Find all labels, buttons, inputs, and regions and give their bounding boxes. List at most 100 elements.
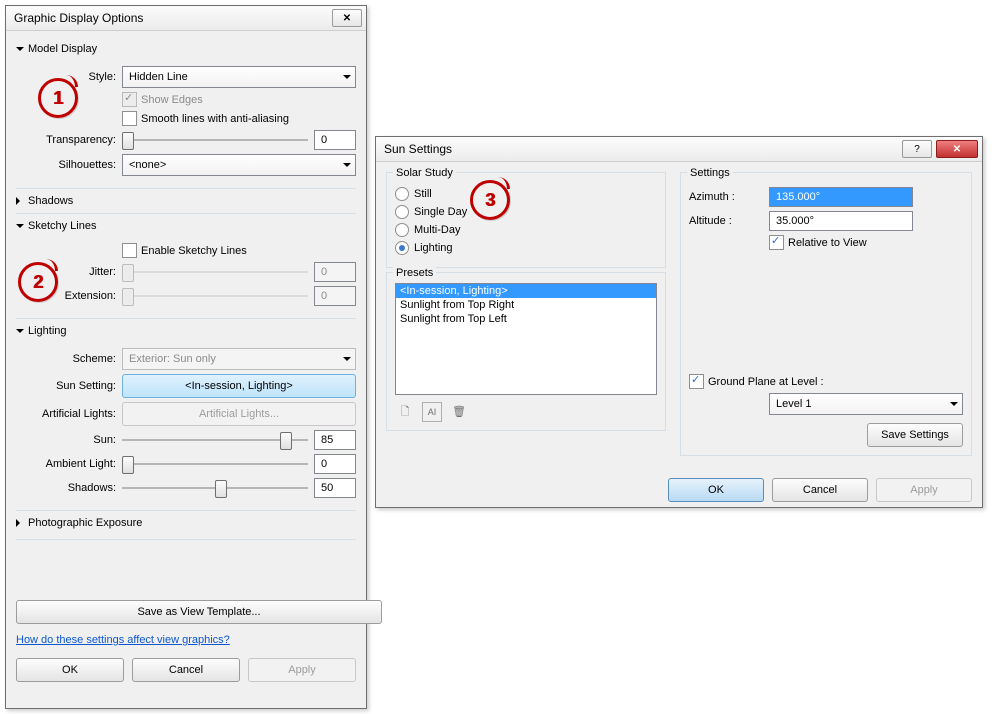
sun-slider[interactable] <box>122 430 308 450</box>
cancel-button[interactable]: Cancel <box>772 478 868 502</box>
group-label: Model Display <box>28 43 97 55</box>
help-button[interactable]: ? <box>902 140 932 158</box>
ambient-label: Ambient Light: <box>16 458 122 470</box>
solar-study-group: Solar Study Still Single Day Multi-Day L… <box>386 172 666 268</box>
expander-sketchy-lines[interactable]: Sketchy Lines <box>16 213 356 232</box>
artificial-lights-button: Artificial Lights... <box>122 402 356 426</box>
smooth-lines-checkbox[interactable] <box>122 111 137 126</box>
group-legend: Presets <box>393 267 436 279</box>
multi-day-option[interactable]: Multi-Day <box>395 223 657 237</box>
apply-button: Apply <box>248 658 356 682</box>
group-legend: Solar Study <box>393 167 456 179</box>
new-preset-icon[interactable]: 🗋 <box>395 402 415 422</box>
save-as-view-template-button[interactable]: Save as View Template... <box>16 600 382 624</box>
sun-setting-value: <In-session, Lighting> <box>185 380 293 392</box>
expander-lighting[interactable]: Lighting <box>16 318 356 337</box>
jitter-value: 0 <box>314 262 356 282</box>
shadows-value[interactable]: 50 <box>314 478 356 498</box>
azimuth-input[interactable]: 135.000° <box>769 187 913 207</box>
expander-shadows[interactable]: Shadows <box>16 188 356 207</box>
level-value: Level 1 <box>770 398 946 410</box>
help-link[interactable]: How do these settings affect view graphi… <box>16 634 230 646</box>
azimuth-label: Azimuth : <box>689 191 769 203</box>
sketchy-lines-group: Enable Sketchy Lines Jitter: 0 Extension… <box>16 236 356 312</box>
chevron-right-icon <box>16 519 24 527</box>
apply-button: Apply <box>876 478 972 502</box>
enable-sketchy-label: Enable Sketchy Lines <box>141 245 247 257</box>
transparency-value[interactable]: 0 <box>314 130 356 150</box>
scheme-combo: Exterior: Sun only <box>122 348 356 370</box>
artificial-lights-label: Artificial Lights: <box>16 408 122 420</box>
rename-preset-icon[interactable]: AI <box>422 402 442 422</box>
ambient-slider[interactable] <box>122 454 308 474</box>
transparency-slider[interactable] <box>122 130 308 150</box>
delete-preset-icon[interactable]: 🗑 <box>449 401 469 421</box>
group-label: Shadows <box>28 195 73 207</box>
chevron-down-icon <box>16 47 24 55</box>
dialog-titlebar[interactable]: Graphic Display Options ✕ <box>6 6 366 31</box>
jitter-label: Jitter: <box>16 266 122 278</box>
radio-icon <box>395 241 409 255</box>
artificial-lights-value: Artificial Lights... <box>199 408 279 420</box>
group-label: Sketchy Lines <box>28 220 96 232</box>
list-item[interactable]: <In-session, Lighting> <box>396 284 656 298</box>
radio-icon <box>395 223 409 237</box>
cancel-button[interactable]: Cancel <box>132 658 240 682</box>
settings-group: Settings Azimuth : 135.000° Altitude : 3… <box>680 172 972 456</box>
presets-listbox[interactable]: <In-session, Lighting> Sunlight from Top… <box>395 283 657 395</box>
relative-to-view-checkbox[interactable] <box>769 235 784 250</box>
still-option[interactable]: Still <box>395 187 657 201</box>
extension-label: Extension: <box>16 290 122 302</box>
altitude-input[interactable]: 35.000° <box>769 211 913 231</box>
list-item[interactable]: Sunlight from Top Left <box>396 312 656 326</box>
shadows-label: Shadows: <box>16 482 122 494</box>
sun-setting-label: Sun Setting: <box>16 380 122 392</box>
chevron-right-icon <box>16 197 24 205</box>
style-value: Hidden Line <box>123 71 339 83</box>
enable-sketchy-checkbox[interactable] <box>122 243 137 258</box>
lighting-option[interactable]: Lighting <box>395 241 657 255</box>
group-label: Lighting <box>28 325 67 337</box>
sun-settings-dialog: Sun Settings ? ✕ Solar Study Still Singl… <box>375 136 983 508</box>
list-item[interactable]: Sunlight from Top Right <box>396 298 656 312</box>
close-button[interactable]: ✕ <box>936 140 978 158</box>
expander-model-display[interactable]: Model Display <box>16 43 356 55</box>
ground-plane-checkbox[interactable] <box>689 374 704 389</box>
close-button[interactable]: ✕ <box>332 9 362 27</box>
right-column: Settings Azimuth : 135.000° Altitude : 3… <box>680 168 972 470</box>
sun-label: Sun: <box>16 434 122 446</box>
dialog-body: Solar Study Still Single Day Multi-Day L… <box>376 162 982 512</box>
ambient-value[interactable]: 0 <box>314 454 356 474</box>
close-icon: ✕ <box>953 144 961 155</box>
single-day-option[interactable]: Single Day <box>395 205 657 219</box>
shadows-slider[interactable] <box>122 478 308 498</box>
transparency-label: Transparency: <box>16 134 122 146</box>
presets-group: Presets <In-session, Lighting> Sunlight … <box>386 272 666 431</box>
model-display-group: Style: Hidden Line Show Edges Smooth lin… <box>16 59 356 182</box>
show-edges-label: Show Edges <box>141 94 203 106</box>
expander-photographic[interactable]: Photographic Exposure <box>16 510 356 529</box>
dialog-title: Graphic Display Options <box>14 11 328 25</box>
chevron-down-icon <box>946 394 962 414</box>
dialog-titlebar[interactable]: Sun Settings ? ✕ <box>376 137 982 162</box>
silhouettes-label: Silhouettes: <box>16 159 122 171</box>
ok-button[interactable]: OK <box>668 478 764 502</box>
chevron-down-icon <box>339 349 355 369</box>
ok-button[interactable]: OK <box>16 658 124 682</box>
left-column: Solar Study Still Single Day Multi-Day L… <box>386 168 666 470</box>
dialog-title: Sun Settings <box>384 142 898 156</box>
save-settings-button[interactable]: Save Settings <box>867 423 963 447</box>
radio-icon <box>395 205 409 219</box>
relative-to-view-label: Relative to View <box>788 237 867 249</box>
scheme-label: Scheme: <box>16 353 122 365</box>
sun-value[interactable]: 85 <box>314 430 356 450</box>
silhouettes-combo[interactable]: <none> <box>122 154 356 176</box>
chevron-down-icon <box>16 224 24 232</box>
style-combo[interactable]: Hidden Line <box>122 66 356 88</box>
chevron-down-icon <box>339 67 355 87</box>
chevron-down-icon <box>16 329 24 337</box>
level-combo[interactable]: Level 1 <box>769 393 963 415</box>
dialog-body: Model Display Style: Hidden Line Show Ed… <box>6 31 366 692</box>
silhouettes-value: <none> <box>123 159 339 171</box>
sun-setting-button[interactable]: <In-session, Lighting> <box>122 374 356 398</box>
